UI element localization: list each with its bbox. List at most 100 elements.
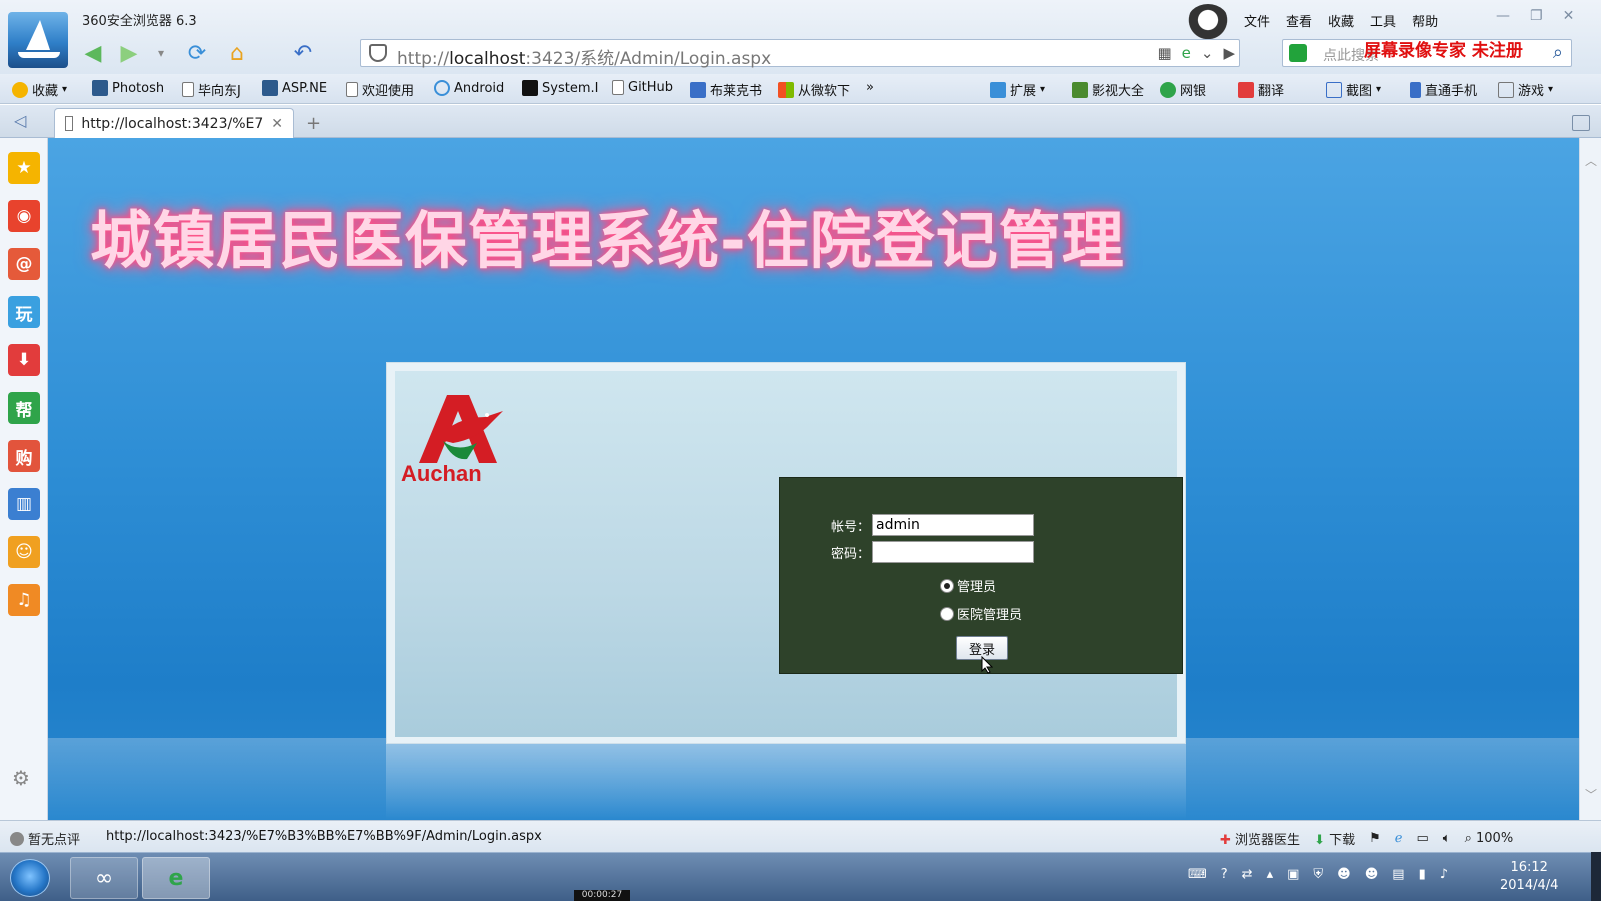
m-icon	[522, 80, 538, 96]
bookmark-favorites[interactable]: 收藏 ▾	[12, 80, 67, 99]
recording-timer: 00:00:27	[574, 890, 630, 901]
scroll-up-icon[interactable]: ︿	[1585, 152, 1597, 169]
bookmark-aspnet[interactable]: ASP.NE	[262, 80, 327, 96]
system-clock[interactable]: 16:12 2014/4/4	[1500, 859, 1558, 895]
weibo-icon[interactable]: ◉	[8, 200, 40, 232]
role-hospital-admin-label: 医院管理员	[957, 608, 1023, 623]
taskbar-app-360-browser-icon[interactable]: e	[142, 857, 210, 899]
bookmark-photoshop[interactable]: Photosh	[92, 80, 164, 96]
undo-close-tab-icon[interactable]: ↶	[288, 40, 318, 66]
play-icon[interactable]: 玩	[8, 296, 40, 328]
minimize-icon[interactable]: —	[1496, 8, 1510, 24]
sound-icon[interactable]: 🔈︎	[1443, 831, 1451, 846]
vertical-scrollbar[interactable]: ︿ ﹀	[1579, 138, 1601, 820]
toolbar-videos[interactable]: 影视大全	[1072, 80, 1144, 99]
network-share-icon[interactable]: ⇄	[1242, 867, 1253, 882]
tray-app-icon[interactable]: ▣	[1287, 867, 1299, 882]
new-tab-icon[interactable]: +	[306, 113, 321, 134]
address-bar[interactable]: http://localhost:3423/系统/Admin/Login.asp…	[360, 39, 1240, 69]
bookmark-welcome[interactable]: 欢迎使用	[346, 80, 414, 99]
menu-tools[interactable]: 工具	[1370, 11, 1396, 30]
account-label: 帐号：	[830, 519, 870, 535]
help-icon[interactable]: ?	[1221, 867, 1228, 882]
close-window-icon[interactable]: ✕	[1563, 8, 1575, 24]
sidebar-toggle-icon[interactable]: ◁	[14, 111, 26, 130]
qrcode-icon[interactable]: ▦	[1157, 44, 1171, 62]
go-icon[interactable]: ▶	[1223, 44, 1235, 62]
address-url[interactable]: http://localhost:3423/系统/Admin/Login.asp…	[397, 44, 771, 69]
bookmark-system-io[interactable]: System.I	[522, 80, 598, 96]
account-input[interactable]	[872, 514, 1034, 536]
role-hospital-admin-radio[interactable]	[940, 606, 954, 621]
zoom-status[interactable]: ⌕ 100%	[1465, 831, 1514, 846]
toolbar-games[interactable]: 游戏 ▾	[1498, 80, 1553, 99]
clipboard-icon[interactable]: ▤	[1392, 867, 1404, 882]
shopping-icon[interactable]: 购	[8, 440, 40, 472]
tab-list-icon[interactable]	[1572, 115, 1590, 131]
browser-doctor[interactable]: ✚ 浏览器医生	[1220, 829, 1300, 848]
menu-view[interactable]: 查看	[1286, 11, 1312, 30]
start-button[interactable]	[10, 859, 50, 897]
qq-icon-2[interactable]: ☻	[1365, 867, 1379, 882]
taskbar-app-infinity-icon[interactable]: ∞	[70, 857, 138, 899]
ie-compat-icon[interactable]: e	[1182, 44, 1191, 62]
bookmark-github[interactable]: GitHub	[612, 80, 673, 95]
security-shield-icon[interactable]	[369, 44, 387, 62]
mail-icon[interactable]: @	[8, 248, 40, 280]
status-url: http://localhost:3423/%E7%B3%BB%E7%BB%9F…	[106, 829, 542, 844]
tab-login[interactable]: http://localhost:3423/%E7 ✕	[54, 108, 294, 138]
back-arrow-icon[interactable]: ◀	[78, 40, 108, 66]
bookmark-blake[interactable]: 布莱克书	[690, 80, 762, 99]
downloads[interactable]: ⬇ 下载	[1314, 829, 1355, 848]
bookmark-bixiangdong[interactable]: 毕向东J	[182, 80, 241, 99]
auchan-logo-text: Auchan	[401, 461, 482, 486]
search-engine-icon[interactable]	[1289, 44, 1307, 62]
toolbar-translate[interactable]: 翻译	[1238, 80, 1284, 99]
role-hospital-admin-option[interactable]: 医院管理员	[940, 604, 1022, 623]
puzzle-icon	[990, 81, 1006, 98]
menu-favorites[interactable]: 收藏	[1328, 11, 1354, 30]
toolbar-phone[interactable]: 直通手机	[1410, 80, 1477, 99]
qq-icon[interactable]: ☻	[1337, 867, 1351, 882]
bookmark-android[interactable]: Android	[434, 80, 504, 96]
maximize-icon[interactable]: ❐	[1530, 8, 1543, 24]
toolbar-screenshot[interactable]: 截图 ▾	[1326, 80, 1381, 99]
toolbar-extensions[interactable]: 扩展 ▾	[990, 80, 1045, 99]
rating-status[interactable]: 暂无点评	[10, 829, 80, 848]
forward-arrow-icon[interactable]: ▶	[114, 40, 144, 66]
scroll-down-icon[interactable]: ﹀	[1585, 786, 1597, 803]
toolbar-bank[interactable]: 网银	[1160, 80, 1206, 99]
recorder-watermark: 屏幕录像专家 未注册	[1364, 41, 1523, 61]
close-tab-icon[interactable]: ✕	[271, 116, 283, 132]
refresh-icon[interactable]: ⟳	[182, 40, 212, 66]
menu-bar: 文件 查看 收藏 工具 帮助	[1244, 11, 1438, 30]
window-icon[interactable]: ▭	[1416, 831, 1428, 846]
favorites-star-icon[interactable]: ★	[8, 152, 40, 184]
help-icon[interactable]: 帮	[8, 392, 40, 424]
download-icon[interactable]: ⬇	[8, 344, 40, 376]
menu-help[interactable]: 帮助	[1412, 11, 1438, 30]
reading-icon[interactable]: ▥	[8, 488, 40, 520]
ie-icon[interactable]: ℯ	[1395, 831, 1403, 846]
bookmarks-more[interactable]: »	[866, 80, 874, 95]
sidebar-settings-gear-icon[interactable]: ⚙	[12, 766, 30, 790]
music-icon[interactable]: ♫	[8, 584, 40, 616]
left-sidebar: ★ ◉ @ 玩 ⬇ 帮购 ▥ ☺ ♫ ⚙	[0, 138, 48, 820]
menu-file[interactable]: 文件	[1244, 11, 1270, 30]
keyboard-icon[interactable]: ⌨	[1188, 867, 1207, 882]
security-icon[interactable]: ⛨	[1313, 867, 1323, 882]
volume-icon[interactable]: ♪	[1440, 867, 1448, 882]
star-icon	[12, 81, 28, 98]
search-icon[interactable]: ⌕	[1553, 42, 1563, 63]
role-admin-option[interactable]: 管理员	[940, 576, 996, 595]
password-input[interactable]	[872, 541, 1034, 563]
address-dropdown-icon[interactable]: ⌄	[1201, 44, 1214, 62]
signal-icon[interactable]: ▮	[1419, 867, 1426, 882]
home-icon[interactable]: ⌂	[222, 40, 252, 66]
history-dropdown-icon[interactable]: ▾	[146, 40, 176, 66]
bookmark-microsoft[interactable]: 从微软下	[778, 80, 850, 99]
role-admin-radio[interactable]	[940, 578, 954, 593]
flag-icon[interactable]: ⚑	[1369, 831, 1381, 846]
tray-expand-icon[interactable]: ▴	[1267, 867, 1274, 882]
joke-icon[interactable]: ☺	[8, 536, 40, 568]
